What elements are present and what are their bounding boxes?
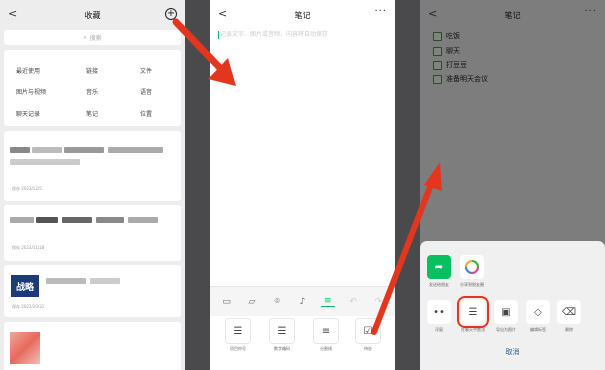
arrow-icon <box>172 18 236 86</box>
annotation-arrows <box>172 18 442 335</box>
arrow-icon <box>371 162 442 335</box>
